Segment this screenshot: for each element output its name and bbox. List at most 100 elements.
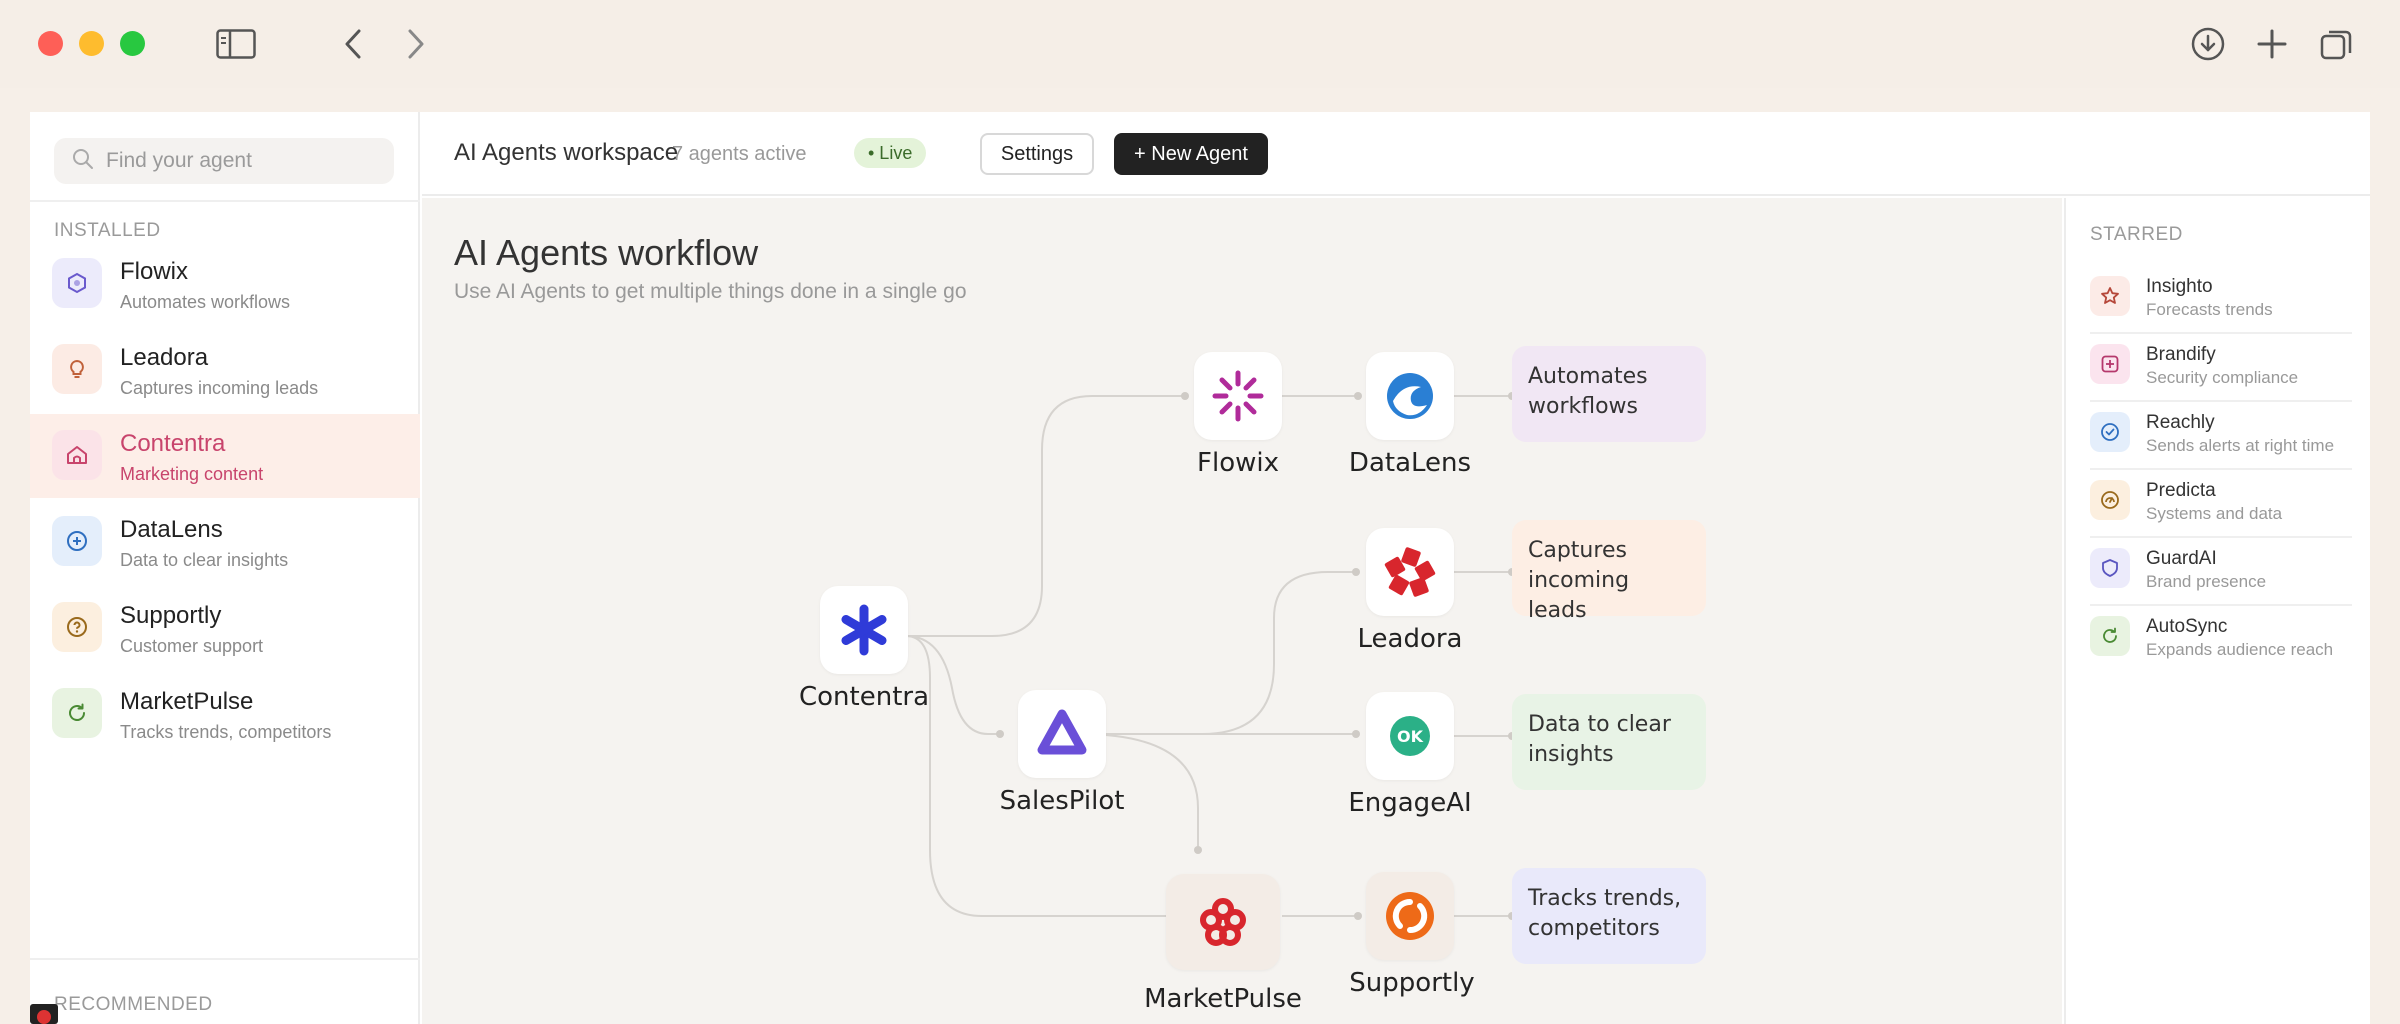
svg-text:OK: OK: [1397, 727, 1424, 746]
output-box-tracks-trends: Tracks trends, competitors: [1512, 868, 1706, 964]
sidebar-item-desc: Data to clear insights: [120, 550, 289, 570]
installed-section-label: INSTALLED: [54, 220, 161, 241]
close-window-button[interactable]: [38, 31, 63, 56]
live-status-badge: • Live: [854, 138, 927, 168]
search-input[interactable]: [106, 149, 386, 173]
output-box-data-insights: Data to clear insights: [1512, 694, 1706, 790]
output-box-automates-workflows: Automates workflows: [1512, 346, 1706, 442]
sidebar-toggle-icon[interactable]: [216, 24, 256, 64]
divider: [30, 200, 420, 202]
starred-item-name: GuardAI: [2146, 548, 2217, 569]
wave-logo-icon: [1387, 373, 1433, 419]
starred-item-desc: Forecasts trends: [2146, 300, 2273, 319]
agents-active-count: 7 agents active: [672, 143, 807, 165]
settings-button[interactable]: Settings: [980, 133, 1094, 175]
search-icon: [72, 148, 94, 175]
starred-item-predicta[interactable]: Predicta Systems and data: [2090, 470, 2352, 538]
sidebar-item-desc: Automates workflows: [120, 292, 291, 312]
starred-item-guardai[interactable]: GuardAI Brand presence: [2090, 538, 2352, 606]
node-label-flowix: Flowix: [1197, 448, 1279, 478]
app-window: INSTALLED Flowix Automates workflows Lea…: [30, 112, 2370, 1024]
title-bar: [0, 0, 2400, 88]
plus-square-icon: [2090, 344, 2130, 384]
download-icon[interactable]: [2188, 24, 2228, 64]
starred-item-desc: Security compliance: [2146, 368, 2299, 387]
sidebar-item-leadora[interactable]: Leadora Captures incoming leads: [30, 328, 420, 412]
node-salespilot[interactable]: [1018, 690, 1106, 778]
refresh-icon: [52, 688, 102, 738]
sidebar-item-supportly[interactable]: Supportly Customer support: [30, 586, 420, 670]
starred-item-insighto[interactable]: Insighto Forecasts trends: [2090, 266, 2352, 334]
node-label-marketpulse: MarketPulse: [1144, 984, 1302, 1014]
shield-icon: [2090, 548, 2130, 588]
maximize-window-button[interactable]: [120, 31, 145, 56]
sidebar-item-datalens[interactable]: DataLens Data to clear insights: [30, 500, 420, 584]
sidebar-item-desc: Captures incoming leads: [120, 378, 319, 398]
starburst-logo-icon: [1212, 370, 1264, 422]
node-label-leadora: Leadora: [1357, 624, 1463, 654]
left-sidebar: INSTALLED Flowix Automates workflows Lea…: [30, 112, 420, 1024]
workflow-canvas: AI Agents workflow Use AI Agents to get …: [422, 198, 2062, 1024]
node-label-datalens: DataLens: [1348, 448, 1472, 478]
search-box[interactable]: [54, 138, 394, 184]
check-circle-icon: [2090, 412, 2130, 452]
node-datalens[interactable]: [1366, 352, 1454, 440]
sidebar-item-name: Supportly: [120, 602, 222, 629]
starred-item-desc: Sends alerts at right time: [2146, 436, 2335, 455]
node-contentra[interactable]: [820, 586, 908, 674]
home-icon: [52, 430, 102, 480]
asterisk-logo-icon: [841, 604, 887, 656]
sidebar-item-desc: Marketing content: [120, 464, 264, 484]
node-leadora[interactable]: [1366, 528, 1454, 616]
starred-item-desc: Systems and data: [2146, 504, 2283, 523]
flower-logo-icon: [1200, 898, 1246, 946]
starred-item-name: Reachly: [2146, 412, 2215, 433]
starred-item-desc: Expands audience reach: [2146, 640, 2334, 659]
tabs-overview-icon[interactable]: [2316, 24, 2356, 64]
ok-logo-icon: OK: [1390, 716, 1430, 756]
sidebar-item-name: Leadora: [120, 344, 209, 371]
new-agent-button[interactable]: + New Agent: [1114, 133, 1268, 175]
starred-section-label: STARRED: [2090, 224, 2183, 245]
sidebar-item-name: Flowix: [120, 258, 189, 285]
workspace-title: AI Agents workspace: [454, 139, 679, 166]
sidebar-item-contentra[interactable]: Contentra Marketing content: [30, 414, 420, 498]
starred-item-reachly[interactable]: Reachly Sends alerts at right time: [2090, 402, 2352, 470]
starred-item-name: AutoSync: [2146, 616, 2228, 637]
output-box-captures-leads: Captures incoming leads: [1512, 520, 1706, 623]
new-tab-plus-icon[interactable]: [2252, 24, 2292, 64]
forward-arrow-icon[interactable]: [396, 24, 436, 64]
sidebar-item-name: Contentra: [120, 430, 226, 457]
workspace-header: AI Agents workspace 7 agents active • Li…: [422, 112, 2370, 196]
plus-circle-icon: [52, 516, 102, 566]
starred-item-name: Brandify: [2146, 344, 2216, 365]
starred-sidebar: STARRED Insighto Forecasts trends Brandi…: [2064, 198, 2370, 1024]
node-flowix[interactable]: [1194, 352, 1282, 440]
node-supportly[interactable]: [1366, 872, 1454, 960]
starred-item-autosync[interactable]: AutoSync Expands audience reach: [2090, 606, 2352, 674]
gauge-icon: [2090, 480, 2130, 520]
divider: [30, 958, 420, 960]
sync-orange-logo-icon: [1386, 892, 1434, 940]
star-icon: [2090, 276, 2130, 316]
sidebar-item-desc: Customer support: [120, 636, 264, 656]
sidebar-item-name: DataLens: [120, 516, 223, 543]
sidebar-item-marketpulse[interactable]: MarketPulse Tracks trends, competitors: [30, 672, 420, 756]
sync-icon: [2090, 616, 2130, 656]
node-label-engageai: EngageAI: [1348, 788, 1472, 818]
node-label-contentra: Contentra: [798, 682, 930, 712]
starred-item-brandify[interactable]: Brandify Security compliance: [2090, 334, 2352, 402]
node-engageai[interactable]: OK: [1366, 692, 1454, 780]
node-marketpulse[interactable]: [1166, 874, 1280, 970]
hexagon-icon: [52, 258, 102, 308]
sidebar-item-flowix[interactable]: Flowix Automates workflows: [30, 242, 420, 326]
starred-item-name: Insighto: [2146, 276, 2213, 297]
node-label-salespilot: SalesPilot: [999, 786, 1125, 816]
help-circle-icon: [52, 602, 102, 652]
petals-logo-icon: [1384, 547, 1436, 597]
minimize-window-button[interactable]: [79, 31, 104, 56]
record-indicator-icon: [30, 1004, 58, 1024]
back-arrow-icon[interactable]: [333, 24, 373, 64]
sidebar-item-desc: Tracks trends, competitors: [120, 722, 332, 742]
recommended-section-label: RECOMMENDED: [54, 994, 213, 1015]
